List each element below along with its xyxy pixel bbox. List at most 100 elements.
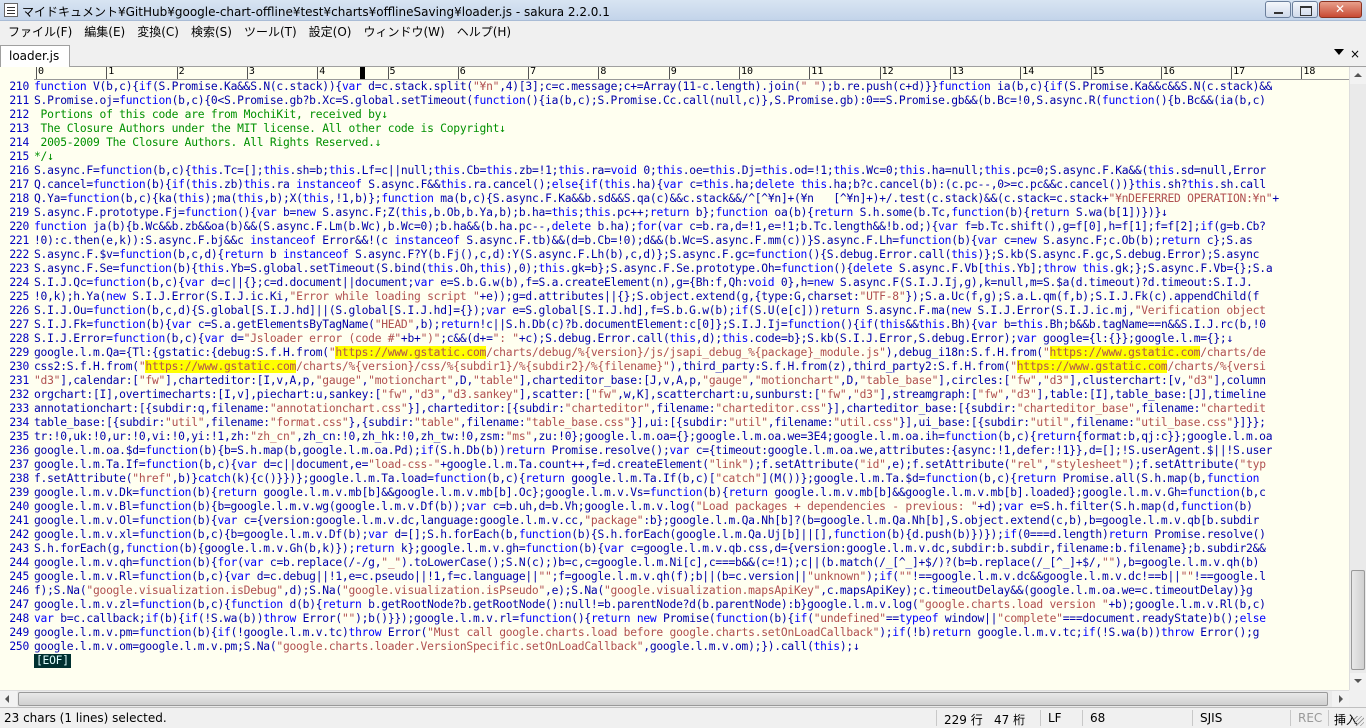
line-text[interactable]: Q.cancel=function(b){if(this.zb)this.ra … bbox=[32, 178, 1266, 192]
menu-item[interactable]: 編集(E) bbox=[78, 23, 131, 40]
code-line[interactable]: 244 google.l.m.v.qh=function(b){for(var c… bbox=[0, 556, 1349, 570]
code-line[interactable]: 227 S.I.J.Fk=function(b){var c=S.a.getEle… bbox=[0, 318, 1349, 332]
line-text[interactable]: S.I.J.Qc=function(b,c){var d=c||{};c=d.d… bbox=[32, 276, 1253, 290]
line-text[interactable]: google.l.m.v.Rl=function(b,c){var d=c.de… bbox=[32, 570, 1266, 584]
horizontal-scrollbar[interactable] bbox=[0, 690, 1349, 707]
line-text[interactable]: function ja(b){b.Wc&&b.zb&&oa(b)&&(S.asy… bbox=[32, 220, 1266, 234]
horizontal-scroll-thumb[interactable] bbox=[18, 692, 1328, 706]
code-line[interactable]: 237 google.l.m.Ta.If=function(b,c){var d=… bbox=[0, 458, 1349, 472]
code-line[interactable]: 234 table_base:[{subdir:"util",filename:"… bbox=[0, 416, 1349, 430]
scroll-left-arrow-icon[interactable] bbox=[0, 691, 17, 707]
app-icon[interactable] bbox=[4, 3, 18, 17]
eol-indicator[interactable]: LF bbox=[1048, 711, 1062, 725]
code-line[interactable]: 239 google.l.m.v.Dk=function(b){return go… bbox=[0, 486, 1349, 500]
minimize-button[interactable] bbox=[1265, 1, 1291, 18]
code-line[interactable]: 212 Portions of this code are from Mochi… bbox=[0, 108, 1349, 122]
code-line[interactable]: 215 */↓ bbox=[0, 150, 1349, 164]
line-text[interactable]: The Closure Authors under the MIT licens… bbox=[32, 122, 506, 136]
menu-item[interactable]: 検索(S) bbox=[185, 23, 238, 40]
code-line[interactable]: 236 google.l.m.oa.$d=function(b){b=S.h.ma… bbox=[0, 444, 1349, 458]
line-text[interactable]: google.l.m.Ta.If=function(b,c){var d=c||… bbox=[32, 458, 1266, 472]
line-text[interactable]: google.l.m.v.om=google.l.m.v.pm;S.Na("go… bbox=[32, 640, 860, 654]
menu-item[interactable]: ウィンドウ(W) bbox=[357, 23, 450, 40]
code-line[interactable]: 229 google.l.m.Qa={Tl:{gstatic:{debug:S.f… bbox=[0, 346, 1349, 360]
line-text[interactable]: tr:!0,uk:!0,ur:!0,vi:!0,yi:!1,zh:"zh_cn"… bbox=[32, 430, 1272, 444]
code-line[interactable]: 249 google.l.m.v.pm=function(b){if(!googl… bbox=[0, 626, 1349, 640]
vertical-scroll-thumb[interactable] bbox=[1351, 570, 1365, 670]
line-text[interactable]: !0):c.then(e,k)):S.async.F.bj&&c instanc… bbox=[32, 234, 1253, 248]
vertical-scrollbar[interactable] bbox=[1349, 67, 1366, 690]
menu-item[interactable]: ツール(T) bbox=[238, 23, 303, 40]
code-line[interactable]: 230 css2:S.f.H.from("https://www.gstatic.… bbox=[0, 360, 1349, 374]
code-line[interactable]: 214 2005-2009 The Closure Authors. All R… bbox=[0, 136, 1349, 150]
code-line[interactable]: 238 f.setAttribute("href",b)}catch(k){c()… bbox=[0, 472, 1349, 486]
code-line[interactable]: 222 S.async.F.$v=function(b,c,d){return b… bbox=[0, 248, 1349, 262]
line-text[interactable]: orgchart:[I],overtimecharts:[I,v],piecha… bbox=[32, 388, 1266, 402]
line-text[interactable]: S.I.J.Ou=function(b,c,d){S.global[S.I.J.… bbox=[32, 304, 1266, 318]
code-line[interactable]: 218 Q.Ya=function(b,c){ka(this);ma(this,b… bbox=[0, 192, 1349, 206]
code-line[interactable]: 241 google.l.m.v.Ol=function(b){var c={ve… bbox=[0, 514, 1349, 528]
line-text[interactable]: google.l.m.v.Ol=function(b){var c={versi… bbox=[32, 514, 1259, 528]
menu-item[interactable]: 変換(C) bbox=[131, 23, 185, 40]
menu-item[interactable]: ヘルプ(H) bbox=[451, 23, 517, 40]
line-text[interactable]: S.async.F=function(b,c){this.Tc=[];this.… bbox=[32, 164, 1266, 178]
editor-area[interactable]: 0 1 2 3 4 5 6 7 8 9 10 11 12 13 14 15 16 17 18 210 function… bbox=[0, 67, 1349, 690]
line-text[interactable]: S.async.F.Se=function(b){this.Yb=S.globa… bbox=[32, 262, 1272, 276]
line-text[interactable]: google.l.m.v.qh=function(b){for(var c=b.… bbox=[32, 556, 1259, 570]
line-text[interactable]: Portions of this code are from MochiKit,… bbox=[32, 108, 388, 122]
line-text[interactable]: f.setAttribute("href",b)}catch(k){c()}})… bbox=[32, 472, 1259, 486]
code-line[interactable]: 245 google.l.m.v.Rl=function(b,c){var d=c… bbox=[0, 570, 1349, 584]
line-text[interactable]: google.l.m.Qa={Tl:{gstatic:{debug:S.f.H.… bbox=[32, 346, 1266, 360]
line-text[interactable]: function V(b,c){if(S.Promise.Ka&&S.N(c.s… bbox=[32, 80, 1272, 94]
line-text[interactable]: S.h.forEach(g,function(b){google.l.m.v.G… bbox=[32, 542, 1266, 556]
line-text[interactable]: table_base:[{subdir:"util",filename:"for… bbox=[32, 416, 1266, 430]
tab-close-button[interactable]: × bbox=[1350, 47, 1360, 61]
code-line[interactable]: 240 google.l.m.v.Bl=function(b){b=google.… bbox=[0, 500, 1349, 514]
scroll-right-arrow-icon[interactable] bbox=[1332, 691, 1349, 707]
code-line[interactable]: 248 var b=c.callback;if(b){if(!S.wa(b))th… bbox=[0, 612, 1349, 626]
tab-list-dropdown-icon[interactable] bbox=[1334, 49, 1344, 55]
scroll-up-arrow-icon[interactable] bbox=[1350, 67, 1366, 84]
code-line[interactable]: 247 google.l.m.v.zl=function(b,c){functio… bbox=[0, 598, 1349, 612]
code-line[interactable]: 246 f);S.Na("google.visualization.isDebug… bbox=[0, 584, 1349, 598]
code-line[interactable]: 232 orgchart:[I],overtimecharts:[I,v],pie… bbox=[0, 388, 1349, 402]
line-text[interactable]: Q.Ya=function(b,c){ka(this);ma(this,b);X… bbox=[32, 192, 1279, 206]
line-text[interactable]: S.async.F.$v=function(b,c,d){return b in… bbox=[32, 248, 1259, 262]
tab-loader-js[interactable]: loader.js bbox=[0, 45, 70, 67]
code-line[interactable]: 226 S.I.J.Ou=function(b,c,d){S.global[S.I… bbox=[0, 304, 1349, 318]
code-line[interactable]: 243 S.h.forEach(g,function(b){google.l.m.… bbox=[0, 542, 1349, 556]
line-text[interactable]: S.async.F.prototype.Fj=function(){var b=… bbox=[32, 206, 1168, 220]
line-text[interactable]: S.Promise.oj=function(b,c){0<S.Promise.g… bbox=[32, 94, 1266, 108]
code-line[interactable]: 231 "d3"],calendar:["fw"],charteditor:[I,… bbox=[0, 374, 1349, 388]
encoding-indicator[interactable]: SJIS bbox=[1200, 711, 1222, 725]
line-text[interactable]: google.l.m.v.Dk=function(b){return googl… bbox=[32, 486, 1266, 500]
code-line[interactable]: 225 !0,k);h.Ya(new S.I.J.Error(S.I.J.ic.K… bbox=[0, 290, 1349, 304]
line-text[interactable]: S.I.J.Error=function(b,c){var d="Jsloade… bbox=[32, 332, 1233, 346]
menu-item[interactable]: ファイル(F) bbox=[2, 23, 78, 40]
code-line[interactable]: 223 S.async.F.Se=function(b){this.Yb=S.gl… bbox=[0, 262, 1349, 276]
line-text[interactable]: google.l.m.v.pm=function(b){if(!google.l… bbox=[32, 626, 1259, 640]
line-text[interactable]: google.l.m.oa.$d=function(b){b=S.h.map(b… bbox=[32, 444, 1272, 458]
line-text[interactable]: annotationchart:[{subdir:q,filename:"ann… bbox=[32, 402, 1266, 416]
line-text[interactable]: google.l.m.v.xl=function(b,c){b=google.l… bbox=[32, 528, 1266, 542]
line-text[interactable]: google.l.m.v.zl=function(b,c){function d… bbox=[32, 598, 1266, 612]
line-text[interactable]: !0,k);h.Ya(new S.I.J.Error(S.I.J.ic.Ki,"… bbox=[32, 290, 1259, 304]
line-text[interactable]: google.l.m.v.Bl=function(b){b=google.l.m… bbox=[32, 500, 1253, 514]
code-line[interactable]: 235 tr:!0,uk:!0,ur:!0,vi:!0,yi:!1,zh:"zh_… bbox=[0, 430, 1349, 444]
resize-grip-icon[interactable] bbox=[1354, 716, 1364, 726]
code-line[interactable]: 242 google.l.m.v.xl=function(b,c){b=googl… bbox=[0, 528, 1349, 542]
code-line[interactable]: 224 S.I.J.Qc=function(b,c){var d=c||{};c=… bbox=[0, 276, 1349, 290]
code-line[interactable]: 211 S.Promise.oj=function(b,c){0<S.Promis… bbox=[0, 94, 1349, 108]
line-text[interactable]: S.I.J.Fk=function(b){var c=S.a.getElemen… bbox=[32, 318, 1266, 332]
close-window-button[interactable] bbox=[1319, 1, 1362, 18]
scroll-down-arrow-icon[interactable] bbox=[1350, 673, 1366, 690]
code-line[interactable]: 233 annotationchart:[{subdir:q,filename:"… bbox=[0, 402, 1349, 416]
line-text[interactable]: f);S.Na("google.visualization.isDebug",d… bbox=[32, 584, 1253, 598]
code-lines[interactable]: 210 function V(b,c){if(S.Promise.Ka&&S.N(… bbox=[0, 80, 1349, 668]
line-text[interactable]: css2:S.f.H.from("https://www.gstatic.com… bbox=[32, 360, 1266, 374]
code-line[interactable]: 219 S.async.F.prototype.Fj=function(){var… bbox=[0, 206, 1349, 220]
line-text[interactable]: */↓ bbox=[32, 150, 54, 164]
code-line[interactable]: 216 S.async.F=function(b,c){this.Tc=[];th… bbox=[0, 164, 1349, 178]
code-line[interactable]: 250 google.l.m.v.om=google.l.m.v.pm;S.Na(… bbox=[0, 640, 1349, 654]
code-line[interactable]: 221 !0):c.then(e,k)):S.async.F.bj&&c inst… bbox=[0, 234, 1349, 248]
